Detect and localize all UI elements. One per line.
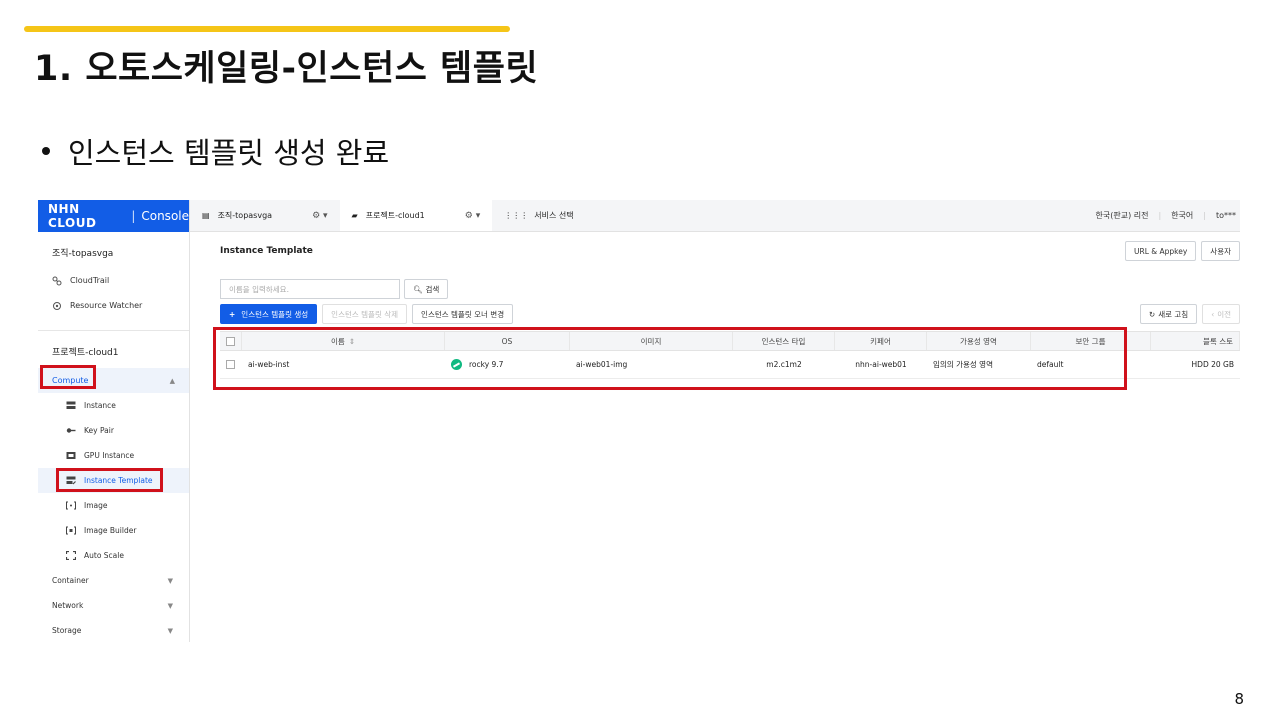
sidebar-item-label: GPU Instance (84, 451, 135, 460)
highlight-box-instance-template (56, 468, 163, 492)
tab-label: 서비스 선택 (534, 211, 574, 220)
chevron-down-icon: ▼ (167, 576, 173, 585)
sidebar-item-label: Auto Scale (84, 551, 124, 560)
divider: | (1203, 211, 1206, 220)
page-number: 8 (1234, 690, 1244, 708)
key-pair-icon (66, 426, 76, 435)
top-button-group: URL & Appkey 사용자 (1125, 241, 1240, 261)
cloudtrail-icon (52, 276, 62, 286)
language-selector[interactable]: 한국어 (1171, 210, 1193, 221)
instance-icon (66, 401, 76, 410)
search-button[interactable]: 🔍︎ 검색 (404, 279, 449, 299)
search-button-label: 검색 (425, 284, 440, 294)
topnav-right: 한국(판교) 리전 | 한국어 | to*** (1096, 200, 1240, 231)
sidebar-org-name[interactable]: 조직-topasvga (38, 232, 189, 268)
brand-bar[interactable]: NHN CLOUD | Console (38, 200, 189, 232)
user-menu[interactable]: to*** (1216, 211, 1236, 220)
sidebar-item-auto-scale[interactable]: Auto Scale (38, 543, 189, 568)
bullet-item: 인스턴스 템플릿 생성 완료 (42, 130, 389, 172)
sidebar: NHN CLOUD | Console 조직-topasvga CloudTra… (38, 200, 190, 642)
sidebar-item-label: Key Pair (84, 426, 114, 435)
action-button-row: + 인스턴스 템플릿 생성 인스턴스 템플릿 삭제 인스턴스 템플릿 오너 변경 (220, 304, 514, 324)
highlight-box-compute (40, 365, 96, 389)
tab-organization[interactable]: ▤ 조직-topasvga ⚙ ▾ (190, 200, 340, 231)
prev-button[interactable]: ‹ 이전 (1202, 304, 1240, 324)
sidebar-item-label: Network (52, 601, 84, 610)
image-icon (66, 501, 76, 510)
sidebar-item-image-builder[interactable]: Image Builder (38, 518, 189, 543)
cell-block-storage: HDD 20 GB (1191, 360, 1234, 369)
sidebar-item-gpu-instance[interactable]: GPU Instance (38, 443, 189, 468)
highlight-box-table (213, 327, 1127, 390)
sidebar-item-label: Image (84, 501, 108, 510)
console-screenshot: NHN CLOUD | Console 조직-topasvga CloudTra… (38, 200, 1240, 642)
folder-icon: ▰ (351, 211, 358, 220)
sidebar-item-key-pair[interactable]: Key Pair (38, 418, 189, 443)
sidebar-item-label: Container (52, 576, 89, 585)
document-icon: ▤ (202, 211, 210, 220)
tab-service-select[interactable]: ⋮⋮⋮ 서비스 선택 (492, 200, 585, 231)
sidebar-item-instance[interactable]: Instance (38, 393, 189, 418)
sidebar-item-resource-watcher[interactable]: Resource Watcher (38, 293, 189, 318)
sidebar-item-label: Storage (52, 626, 82, 635)
main-content: ▤ 조직-topasvga ⚙ ▾ ▰ 프로젝트-cloud1 ⚙ ▾ ⋮⋮⋮ … (190, 200, 1240, 642)
plus-icon: + (229, 309, 236, 319)
sidebar-item-storage[interactable]: Storage ▼ (38, 618, 189, 642)
brand-logo: NHN CLOUD (48, 202, 97, 230)
sidebar-item-label: Instance (84, 401, 116, 410)
tab-label: 프로젝트-cloud1 (365, 211, 425, 220)
refresh-button[interactable]: ↻ 새로 고침 (1139, 304, 1198, 324)
delete-template-button[interactable]: 인스턴스 템플릿 삭제 (322, 304, 408, 324)
tab-project[interactable]: ▰ 프로젝트-cloud1 ⚙ ▾ (339, 200, 493, 231)
sidebar-item-label: Image Builder (84, 526, 137, 535)
prev-label: 이전 (1217, 309, 1231, 319)
chevron-left-icon: ‹ (1211, 309, 1215, 319)
brand-separator: | (131, 209, 136, 223)
gpu-icon (66, 451, 76, 460)
sidebar-item-compute[interactable]: Compute ▲ (38, 365, 189, 393)
column-header-block-storage: 블록 스토 (1151, 332, 1240, 350)
bullet-text: 인스턴스 템플릿 생성 완료 (68, 136, 390, 170)
tab-label: 조직-topasvga (217, 211, 273, 220)
sidebar-item-cloudtrail[interactable]: CloudTrail (38, 268, 189, 293)
sidebar-item-network[interactable]: Network ▼ (38, 593, 189, 618)
top-navigation: ▤ 조직-topasvga ⚙ ▾ ▰ 프로젝트-cloud1 ⚙ ▾ ⋮⋮⋮ … (190, 200, 1240, 232)
auto-scale-icon (65, 550, 77, 561)
chevron-down-icon: ▼ (167, 601, 173, 610)
slide-title: 1. 오토스케일링-인스턴스 템플릿 (34, 49, 539, 89)
sidebar-item-container[interactable]: Container ▼ (38, 568, 189, 593)
user-guide-button[interactable]: 사용자 (1201, 241, 1240, 261)
sidebar-item-label: Resource Watcher (70, 301, 143, 310)
chevron-down-icon: ▼ (167, 626, 173, 635)
refresh-button-row: ↻ 새로 고침 ‹ 이전 (1139, 304, 1240, 324)
chevron-up-icon: ▲ (169, 376, 175, 385)
title-accent-bar (24, 26, 510, 32)
search-icon: 🔍︎ (413, 284, 423, 294)
image-builder-icon (66, 526, 76, 535)
sidebar-item-instance-template[interactable]: Instance Template (38, 468, 189, 493)
grid-icon: ⋮⋮⋮ (504, 211, 529, 220)
region-selector[interactable]: 한국(판교) 리전 (1096, 210, 1149, 221)
url-appkey-button[interactable]: URL & Appkey (1125, 241, 1197, 261)
change-owner-button[interactable]: 인스턴스 템플릿 오너 변경 (412, 304, 514, 324)
create-template-label: 인스턴스 템플릿 생성 (241, 309, 309, 319)
divider: | (1158, 211, 1162, 220)
page-title: Instance Template (220, 246, 313, 256)
gear-icon[interactable]: ⚙ ▾ (312, 211, 327, 221)
sidebar-project-name[interactable]: 프로젝트-cloud1 (38, 331, 189, 368)
create-template-button[interactable]: + 인스턴스 템플릿 생성 (220, 304, 318, 324)
refresh-icon: ↻ (1148, 309, 1156, 319)
sidebar-item-image[interactable]: Image (38, 493, 189, 518)
sidebar-item-label: CloudTrail (70, 276, 110, 285)
bullet-dot (42, 147, 50, 155)
resource-watcher-icon (52, 301, 62, 311)
search-input[interactable]: 이름을 입력하세요. (220, 279, 400, 299)
brand-product: Console (141, 209, 189, 223)
gear-icon[interactable]: ⚙ ▾ (465, 211, 480, 221)
refresh-label: 새로 고침 (1158, 309, 1189, 319)
